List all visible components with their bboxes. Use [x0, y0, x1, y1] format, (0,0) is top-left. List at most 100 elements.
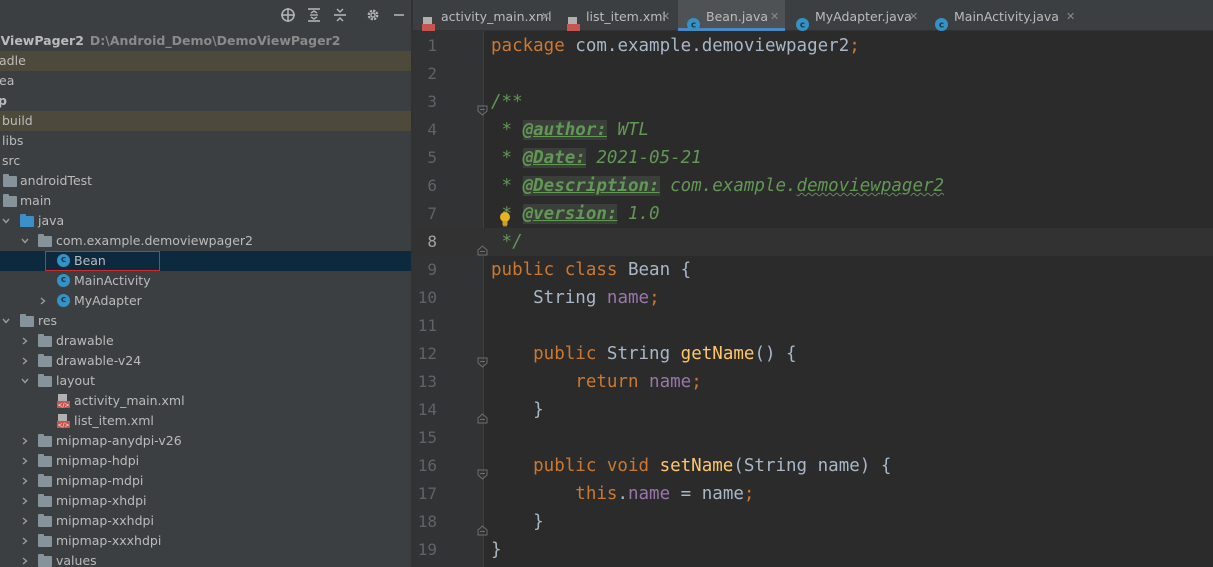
code-line[interactable]: 1 package com.example.demoviewpager2;	[413, 32, 1213, 60]
gear-icon[interactable]	[363, 5, 383, 25]
code-line[interactable]: 19}	[413, 536, 1213, 564]
tab-activity-main-xml[interactable]: activity_main.xml ✕	[413, 0, 556, 31]
line-number: 13	[417, 372, 437, 391]
tab-mainactivity-java[interactable]: c MainActivity.java ✕	[926, 0, 1081, 31]
tree-row-src[interactable]: src	[0, 151, 411, 171]
tree-row-project-root[interactable]: oViewPager2 D:\Android_Demo\DemoViewPager…	[0, 31, 411, 51]
code-text: this.name = name;	[491, 480, 754, 508]
collapse-all-icon[interactable]	[330, 5, 350, 25]
code-line[interactable]: 12 public String getName() {	[413, 340, 1213, 368]
close-icon[interactable]: ✕	[1066, 0, 1075, 34]
editor-tab-bar: activity_main.xml ✕ list_item.xml ✕ c Be…	[413, 0, 1213, 31]
line-number: 1	[427, 36, 437, 55]
tab-label: list_item.xml	[586, 9, 666, 24]
line-number: 3	[427, 92, 437, 111]
tree-row-layout[interactable]: layout	[0, 371, 411, 391]
code-line[interactable]: 8 */	[413, 228, 1213, 256]
tree-row-build[interactable]: build	[0, 111, 411, 131]
tree-row-androidtest[interactable]: androidTest	[0, 171, 411, 191]
tree-row-values[interactable]: values	[0, 551, 411, 567]
code-line[interactable]: 4 * @author: WTL	[413, 116, 1213, 144]
code-line[interactable]: 9 public class Bean {	[413, 256, 1213, 284]
tree-label: MainActivity	[74, 273, 151, 288]
tree-row-libs[interactable]: libs	[0, 131, 411, 151]
code-line[interactable]: 6 * @Description: com.example.demoviewpa…	[413, 172, 1213, 200]
tree-row-mipmap-xhdpi[interactable]: mipmap-xhdpi	[0, 491, 411, 511]
expand-all-icon[interactable]	[304, 5, 324, 25]
close-icon[interactable]: ✕	[661, 0, 670, 34]
chevron-right-icon[interactable]	[19, 431, 31, 451]
tree-row-drawable-v24[interactable]: drawable-v24	[0, 351, 411, 371]
chevron-right-icon[interactable]	[19, 351, 31, 371]
tab-list-item-xml[interactable]: list_item.xml ✕	[558, 0, 676, 31]
chevron-right-icon[interactable]	[19, 471, 31, 491]
tab-myadapter-java[interactable]: c MyAdapter.java ✕	[787, 0, 924, 31]
locate-target-icon[interactable]	[278, 5, 298, 25]
code-editor[interactable]: 1 package com.example.demoviewpager2; 2 3 /*…	[413, 31, 1213, 567]
chevron-right-icon[interactable]	[19, 531, 31, 551]
line-number: 12	[417, 344, 437, 363]
chevron-right-icon[interactable]	[19, 551, 31, 567]
chevron-down-icon[interactable]	[19, 371, 31, 391]
chevron-down-icon[interactable]	[0, 311, 12, 331]
hide-panel-icon[interactable]	[389, 5, 409, 25]
chevron-down-icon[interactable]	[19, 231, 31, 251]
code-token: @Date:	[522, 148, 586, 168]
code-token: this	[491, 484, 618, 504]
chevron-right-icon[interactable]	[19, 451, 31, 471]
xml-file-icon: </>	[57, 394, 70, 409]
tree-row-list-item-xml[interactable]: </> list_item.xml	[0, 411, 411, 431]
tree-row-app[interactable]: p	[0, 91, 411, 111]
chevron-right-icon[interactable]	[19, 511, 31, 531]
code-line[interactable]: 10 String name;	[413, 284, 1213, 312]
code-line[interactable]: 18 }	[413, 508, 1213, 536]
tab-label: activity_main.xml	[441, 9, 552, 24]
chevron-right-icon[interactable]	[37, 291, 49, 311]
tree-row-activity-main-xml[interactable]: </> activity_main.xml	[0, 391, 411, 411]
chevron-right-icon[interactable]	[19, 491, 31, 511]
tree-label: MyAdapter	[74, 293, 142, 308]
folder-icon	[3, 194, 17, 207]
tree-row-drawable[interactable]: drawable	[0, 331, 411, 351]
lightbulb-icon[interactable]	[499, 211, 511, 231]
code-token: Bean {	[627, 260, 692, 280]
chevron-down-icon[interactable]	[0, 211, 12, 231]
tree-row-idea[interactable]: ea	[0, 71, 411, 91]
code-line[interactable]: 17 this.name = name;	[413, 480, 1213, 508]
tree-row-res[interactable]: res	[0, 311, 411, 331]
tree-row-gradle[interactable]: adle	[0, 51, 411, 71]
close-icon[interactable]: ✕	[770, 0, 779, 34]
tree-row-bean[interactable]: c Bean	[0, 251, 411, 271]
chevron-right-icon[interactable]	[19, 331, 31, 351]
tree-row-mainactivity[interactable]: c MainActivity	[0, 271, 411, 291]
tree-row-mipmap-xxxhdpi[interactable]: mipmap-xxxhdpi	[0, 531, 411, 551]
tree-row-myadapter[interactable]: c MyAdapter	[0, 291, 411, 311]
tree-row-mipmap-hdpi[interactable]: mipmap-hdpi	[0, 451, 411, 471]
close-icon[interactable]: ✕	[541, 0, 550, 34]
code-line[interactable]: 13 return name;	[413, 368, 1213, 396]
tree-row-java[interactable]: java	[0, 211, 411, 231]
tree-label: layout	[56, 373, 96, 388]
tree-row-package[interactable]: com.example.demoviewpager2	[0, 231, 411, 251]
tree-row-mipmap-mdpi[interactable]: mipmap-mdpi	[0, 471, 411, 491]
code-line[interactable]: 7 * @version: 1.0	[413, 200, 1213, 228]
code-line[interactable]: 3 /**	[413, 88, 1213, 116]
tree-row-mipmap-anydpi-v26[interactable]: mipmap-anydpi-v26	[0, 431, 411, 451]
tree-label: mipmap-hdpi	[56, 453, 140, 468]
project-tool-window: oViewPager2 D:\Android_Demo\DemoViewPager…	[0, 0, 411, 567]
close-icon[interactable]: ✕	[909, 0, 918, 34]
code-token: name	[627, 484, 671, 504]
code-line[interactable]: 14 }	[413, 396, 1213, 424]
code-line[interactable]: 5 * @Date: 2021-05-21	[413, 144, 1213, 172]
tree-row-mipmap-xxhdpi[interactable]: mipmap-xxhdpi	[0, 511, 411, 531]
code-line[interactable]: 11	[413, 312, 1213, 340]
tree-row-main[interactable]: main	[0, 191, 411, 211]
tree-label: values	[56, 553, 97, 567]
code-line[interactable]: 2	[413, 60, 1213, 88]
code-line[interactable]: 16 public void setName(String name) {	[413, 452, 1213, 480]
code-text: public void setName(String name) {	[491, 452, 891, 480]
code-line[interactable]: 15	[413, 424, 1213, 452]
tab-bean-java[interactable]: c Bean.java ✕	[678, 0, 785, 31]
code-token: String	[491, 288, 607, 308]
tree-label: mipmap-mdpi	[56, 473, 144, 488]
